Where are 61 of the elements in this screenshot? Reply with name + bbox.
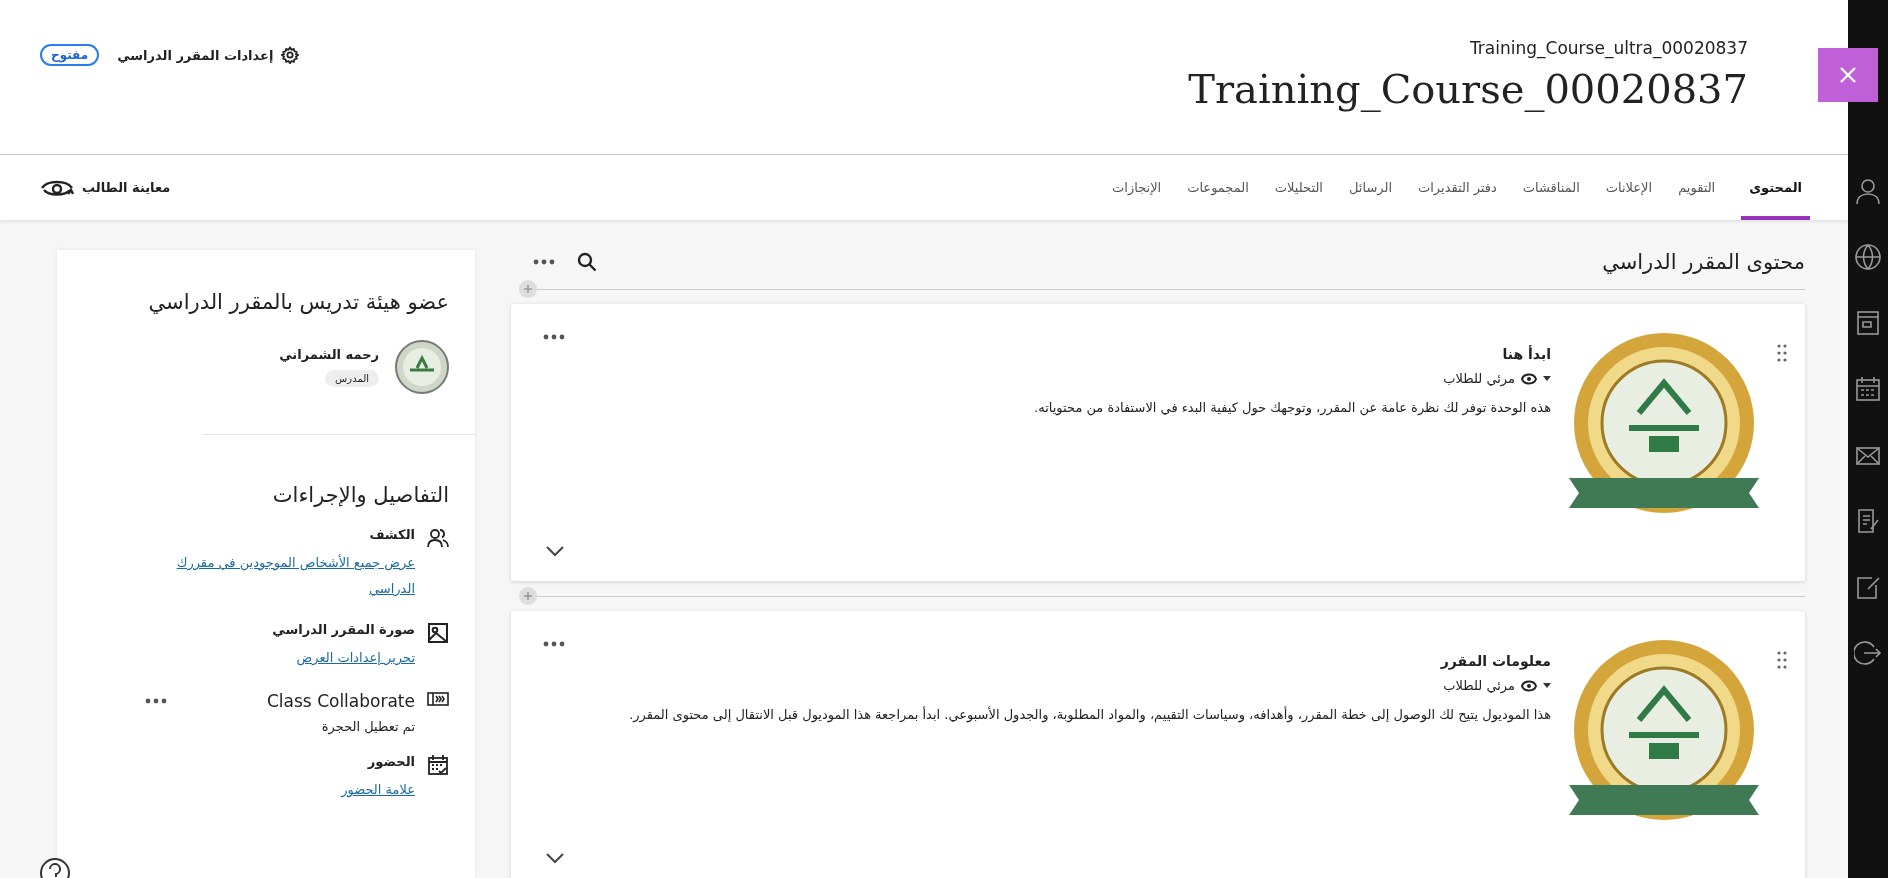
module-description: هذه الوحدة توفر لك نظرة عامة عن المقرر، وتوجهك حول كيفية البدء في الاستفادة من محتوياته. <box>1033 399 1551 418</box>
eye-icon <box>1521 679 1537 692</box>
course-title: Training_Course_00020837 <box>1188 66 1748 112</box>
nav-tab[interactable]: المحتوى <box>1741 155 1810 220</box>
nav-tab[interactable]: الرسائل <box>1348 155 1392 220</box>
detail-link[interactable]: تحرير إعدادات العرض <box>143 645 415 671</box>
content-heading: محتوى المقرر الدراسي <box>1602 250 1805 274</box>
panel-heading: عضو هيئة تدريس بالمقرر الدراسي <box>147 290 449 314</box>
caret-icon <box>1543 376 1551 381</box>
panel-heading: التفاصيل والإجراءات <box>271 483 449 507</box>
search-button[interactable] <box>575 250 599 274</box>
rail-icon[interactable] <box>1852 241 1884 273</box>
status-badge: مفتوح <box>40 44 100 66</box>
detail-link[interactable]: عرض جميع الأشخاص الموجودين في مقررك الدراسي <box>143 550 415 602</box>
nav-tab[interactable]: الإعلانات <box>1605 155 1653 220</box>
more-icon <box>543 334 565 340</box>
video-room-icon <box>427 691 449 707</box>
nav-tab[interactable]: التقويم <box>1678 155 1716 220</box>
nav-tab[interactable]: المجموعات <box>1187 155 1249 220</box>
caret-icon <box>1543 683 1551 688</box>
course-code: Training_Course_ultra_00020837 <box>1469 38 1748 58</box>
more-icon <box>145 698 167 704</box>
detail-link[interactable]: علامة الحضور <box>143 777 415 803</box>
close-icon <box>1838 65 1858 85</box>
more-options-button[interactable] <box>531 257 557 267</box>
more-options-button[interactable] <box>143 696 169 706</box>
image-icon <box>427 622 449 644</box>
detail-title: الكشف <box>369 527 415 542</box>
more-icon <box>533 259 555 265</box>
detail-status: تم تعطيل الحجرة <box>320 719 415 734</box>
visibility-dropdown[interactable]: مرئي للطلاب <box>1443 678 1551 693</box>
nav-tab[interactable]: دفتر التقديرات <box>1418 155 1497 220</box>
plus-icon <box>523 284 533 294</box>
question-mark-icon <box>47 863 63 878</box>
avatar <box>395 340 449 394</box>
nav-tab[interactable]: التحليلات <box>1274 155 1323 220</box>
module-title[interactable]: معلومات المقرر <box>585 653 1551 669</box>
visibility-dropdown[interactable]: مرئي للطلاب <box>1443 371 1551 386</box>
detail-title: صورة المقرر الدراسي <box>272 622 415 637</box>
calendar-check-icon <box>427 754 449 776</box>
chevron-down-icon <box>545 545 565 557</box>
student-preview-button[interactable]: معاينة الطالب <box>40 155 171 220</box>
people-icon <box>427 527 449 549</box>
chevron-down-icon <box>545 852 565 864</box>
instructor-name[interactable]: رحمه الشمراني <box>279 347 379 362</box>
detail-title: Class Collaborate <box>267 691 415 711</box>
drag-handle-icon[interactable] <box>1777 344 1787 362</box>
nav-tab[interactable]: المناقشات <box>1522 155 1580 220</box>
module-description: هذا الموديول يتيح لك الوصول إلى خطة المقرر، وأهدافه، وسياسات التقييم، والمواد المطلوبة، والجدول الأسبوعي. ابدأ بمراجعة هذا الموديول قبل الانتقال إلى محتوى المقرر. <box>628 705 1551 725</box>
nav-tab[interactable]: الإنجازات <box>1112 155 1162 220</box>
more-icon <box>543 641 565 647</box>
settings-icon <box>281 46 300 64</box>
detail-title: الحضور <box>367 754 415 769</box>
course-settings-button[interactable]: إعدادات المقرر الدراسي <box>117 46 300 64</box>
module-title[interactable]: ابدأ هنا <box>585 346 1551 362</box>
close-button[interactable] <box>1818 48 1878 102</box>
search-icon <box>577 252 597 272</box>
drag-handle-icon[interactable] <box>1777 651 1787 669</box>
role-badge: المدرس <box>325 370 379 387</box>
plus-icon <box>523 591 533 601</box>
eye-icon <box>1521 372 1537 385</box>
